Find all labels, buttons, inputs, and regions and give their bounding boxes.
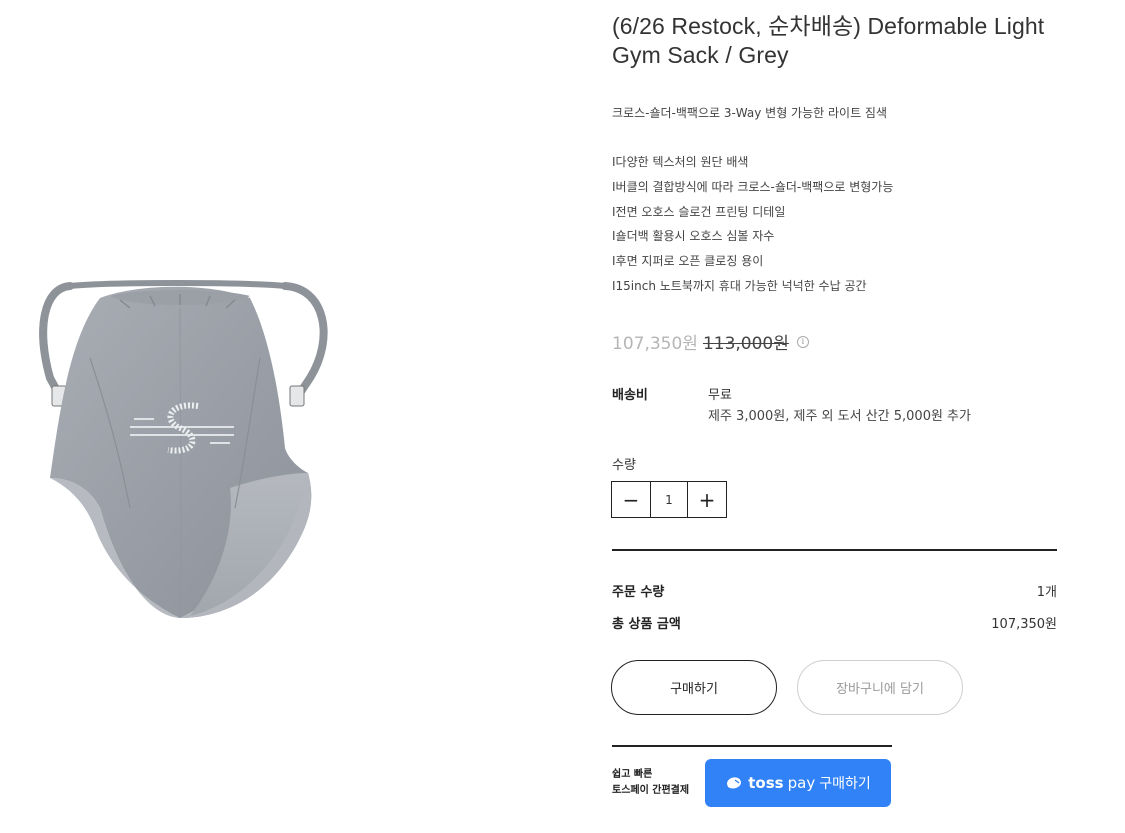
product-summary: 크로스-숄더-백팩으로 3-Way 변형 가능한 라이트 짐색 — [612, 106, 888, 120]
toss-caption-line: 쉽고 빠른 — [612, 769, 653, 780]
toss-pay-button[interactable]: toss pay 구매하기 — [705, 759, 891, 807]
divider — [612, 745, 892, 747]
feature-item: I버클의 결합방식에 따라 크로스-숄더-백팩으로 변형가능 — [612, 179, 894, 194]
shipping-value: 무료 — [708, 388, 732, 403]
sale-price: 107,350원 — [612, 334, 698, 354]
product-title: (6/26 Restock, 순차배송) Deformable Light Gy… — [612, 13, 1045, 68]
toss-caption-line: 토스페이 간편결제 — [612, 785, 690, 796]
quantity-input[interactable]: 1 — [651, 482, 687, 517]
add-to-cart-button[interactable]: 장바구니에 담기 — [797, 660, 963, 715]
quantity-stepper: − 1 + — [611, 481, 727, 518]
product-image — [30, 278, 340, 623]
toss-pay-text: pay — [787, 774, 816, 792]
feature-item: I15inch 노트북까지 휴대 가능한 넉넉한 수납 공간 — [612, 278, 867, 293]
order-quantity-label: 주문 수량 — [612, 585, 665, 600]
original-price: 113,000원 — [702, 334, 789, 354]
shipping-note: 제주 3,000원, 제주 외 도서 산간 5,000원 추가 — [708, 409, 971, 424]
quantity-label: 수량 — [612, 458, 636, 473]
total-price-label: 총 상품 금액 — [612, 617, 681, 632]
shipping-label: 배송비 — [612, 388, 648, 403]
buy-button[interactable]: 구매하기 — [611, 660, 777, 715]
feature-item: I후면 지퍼로 오픈 클로징 용이 — [612, 254, 764, 269]
price-row: 107,350원 113,000원 i — [612, 329, 809, 354]
feature-item: I숄더백 활용시 오호스 심볼 자수 — [612, 229, 775, 244]
feature-item: I다양한 텍스처의 원단 배색 — [612, 155, 749, 169]
divider — [612, 549, 1057, 551]
order-quantity-value: 1개 — [1036, 585, 1057, 600]
toss-caption: 쉽고 빠른 토스페이 간편결제 — [612, 767, 689, 799]
toss-logo-icon — [727, 777, 742, 789]
toss-logo-text: toss — [748, 774, 784, 792]
info-icon[interactable]: i — [796, 335, 809, 348]
total-price-value: 107,350원 — [991, 617, 1057, 632]
feature-list: I다양한 텍스처의 원단 배색 I버클의 결합방식에 따라 크로스-숄더-백팩으… — [612, 152, 893, 301]
quantity-plus-button[interactable]: + — [687, 482, 726, 517]
feature-item: I전면 오호스 슬로건 프린팅 디테일 — [612, 204, 786, 219]
quantity-minus-button[interactable]: − — [612, 482, 651, 517]
toss-pay-label: 구매하기 — [819, 776, 871, 792]
gym-sack-image — [39, 280, 328, 619]
